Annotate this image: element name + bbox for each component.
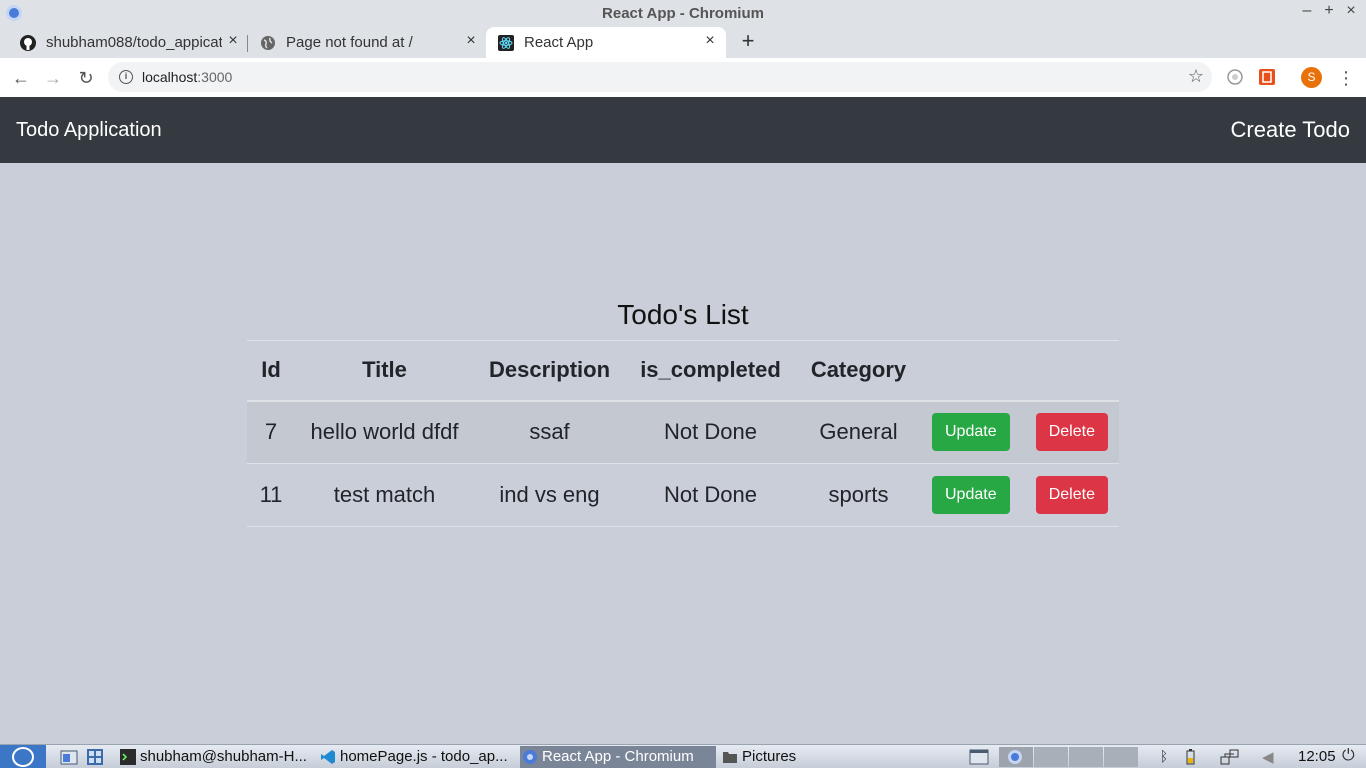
- tray-workspace[interactable]: [1069, 747, 1103, 767]
- tray-workspace[interactable]: [999, 747, 1033, 767]
- tray-workspace[interactable]: [1104, 747, 1138, 767]
- tray-workspace[interactable]: [1034, 747, 1068, 767]
- close-tab-icon[interactable]: ×: [701, 32, 719, 50]
- page-title: Todo's List: [617, 299, 749, 330]
- back-icon[interactable]: ←: [10, 67, 32, 89]
- update-button[interactable]: Update: [932, 476, 1010, 514]
- table-header-row: Id Title Description is_completed Catego…: [247, 340, 1119, 402]
- tray-window-icon[interactable]: [969, 748, 989, 766]
- column-header: [921, 340, 1119, 402]
- column-header: Id: [247, 340, 295, 402]
- terminal-icon: [120, 749, 136, 765]
- column-header: is_completed: [625, 340, 796, 402]
- column-header: Category: [796, 340, 921, 402]
- taskbar-item-label: React App - Chromium: [542, 748, 694, 765]
- chromium-icon: [522, 749, 538, 765]
- create-todo-link[interactable]: Create Todo: [1231, 117, 1350, 143]
- globe-icon: [260, 35, 276, 51]
- cell-category: General: [796, 400, 921, 464]
- cell-title: hello world dfdf: [295, 400, 474, 464]
- cell-description: ind vs eng: [474, 463, 625, 527]
- table-row: 7 hello world dfdf ssaf Not Done General…: [247, 400, 1119, 464]
- delete-button[interactable]: Delete: [1035, 413, 1108, 452]
- window-title: React App - Chromium: [602, 5, 764, 22]
- bluetooth-icon[interactable]: ᛒ: [1155, 748, 1173, 766]
- cell-id: 7: [247, 400, 295, 464]
- cell-actions: Update Delete: [921, 400, 1119, 464]
- todo-table: Id Title Description is_completed Catego…: [247, 340, 1119, 527]
- cell-id: 11: [247, 463, 295, 527]
- address-url[interactable]: localhost:3000: [142, 69, 232, 85]
- folder-icon: [722, 749, 738, 765]
- tab-title: shubham088/todo_appicat: [46, 34, 222, 51]
- table-row: 11 test match ind vs eng Not Done sports…: [247, 463, 1119, 527]
- taskbar-item-chromium[interactable]: React App - Chromium: [520, 746, 716, 768]
- extension-icon[interactable]: [1258, 68, 1276, 86]
- app-navbar: Todo Application Create Todo: [0, 97, 1366, 163]
- address-bar[interactable]: i localhost:3000 ☆: [108, 62, 1212, 92]
- taskbar-item-pictures[interactable]: Pictures: [720, 746, 880, 768]
- browser-toolbar: ← → ↻ i localhost:3000 ☆ S ⋮: [0, 58, 1366, 97]
- clock[interactable]: 12:05: [1298, 748, 1336, 765]
- reload-icon[interactable]: ↻: [75, 67, 97, 89]
- cell-title: test match: [295, 463, 474, 527]
- delete-button[interactable]: Delete: [1035, 476, 1108, 514]
- minimize-icon[interactable]: –: [1298, 2, 1316, 20]
- update-button[interactable]: Update: [932, 413, 1010, 452]
- github-icon: [20, 35, 36, 51]
- tab-title: React App: [524, 34, 594, 51]
- os-taskbar: shubham@shubham-H... homePage.js - todo_…: [0, 744, 1366, 768]
- new-tab-icon[interactable]: +: [738, 28, 758, 54]
- taskbar-item-label: shubham@shubham-H...: [140, 748, 307, 765]
- volume-icon[interactable]: ◀: [1262, 748, 1280, 766]
- cell-description: ssaf: [474, 400, 625, 464]
- profile-avatar[interactable]: S: [1301, 67, 1322, 88]
- cell-actions: Update Delete: [921, 463, 1119, 527]
- taskbar-item-label: homePage.js - todo_ap...: [340, 748, 508, 765]
- cell-is-completed: Not Done: [625, 400, 796, 464]
- bookmark-star-icon[interactable]: ☆: [1188, 66, 1204, 87]
- taskbar-item-terminal[interactable]: shubham@shubham-H...: [118, 746, 314, 768]
- desktop-switcher-icon[interactable]: [86, 748, 104, 766]
- brand-link[interactable]: Todo Application: [16, 119, 162, 142]
- menu-kebab-icon[interactable]: ⋮: [1337, 67, 1355, 89]
- close-tab-icon[interactable]: ×: [224, 32, 242, 50]
- cell-category: sports: [796, 463, 921, 527]
- close-tab-icon[interactable]: ×: [462, 32, 480, 50]
- site-info-icon[interactable]: i: [119, 70, 133, 84]
- react-icon: [498, 35, 514, 51]
- show-desktop-icon[interactable]: [60, 748, 78, 766]
- taskbar-item-label: Pictures: [742, 748, 797, 765]
- column-header: Title: [295, 340, 474, 402]
- battery-icon[interactable]: [1183, 748, 1201, 766]
- start-menu-icon: [12, 747, 34, 767]
- tab-github[interactable]: shubham088/todo_appicat ×: [8, 27, 246, 58]
- taskbar-item-vscode[interactable]: homePage.js - todo_ap...: [318, 746, 516, 768]
- power-icon[interactable]: ⏻: [1342, 747, 1355, 765]
- network-icon[interactable]: [1220, 748, 1239, 766]
- extension-icon[interactable]: [1226, 68, 1244, 86]
- close-window-icon[interactable]: ×: [1342, 2, 1360, 20]
- tab-react-app[interactable]: React App ×: [486, 27, 726, 58]
- forward-icon[interactable]: →: [42, 67, 64, 89]
- chromium-icon: [1008, 750, 1022, 764]
- tab-page-not-found[interactable]: Page not found at / ×: [248, 27, 485, 58]
- vscode-icon: [320, 749, 336, 765]
- tab-strip: shubham088/todo_appicat × Page not found…: [0, 26, 1366, 58]
- column-header: Description: [474, 340, 625, 402]
- maximize-icon[interactable]: +: [1320, 2, 1338, 20]
- window-titlebar: React App - Chromium – + ×: [0, 0, 1366, 26]
- start-menu-button[interactable]: [0, 745, 46, 768]
- tab-title: Page not found at /: [286, 34, 413, 51]
- cell-is-completed: Not Done: [625, 463, 796, 527]
